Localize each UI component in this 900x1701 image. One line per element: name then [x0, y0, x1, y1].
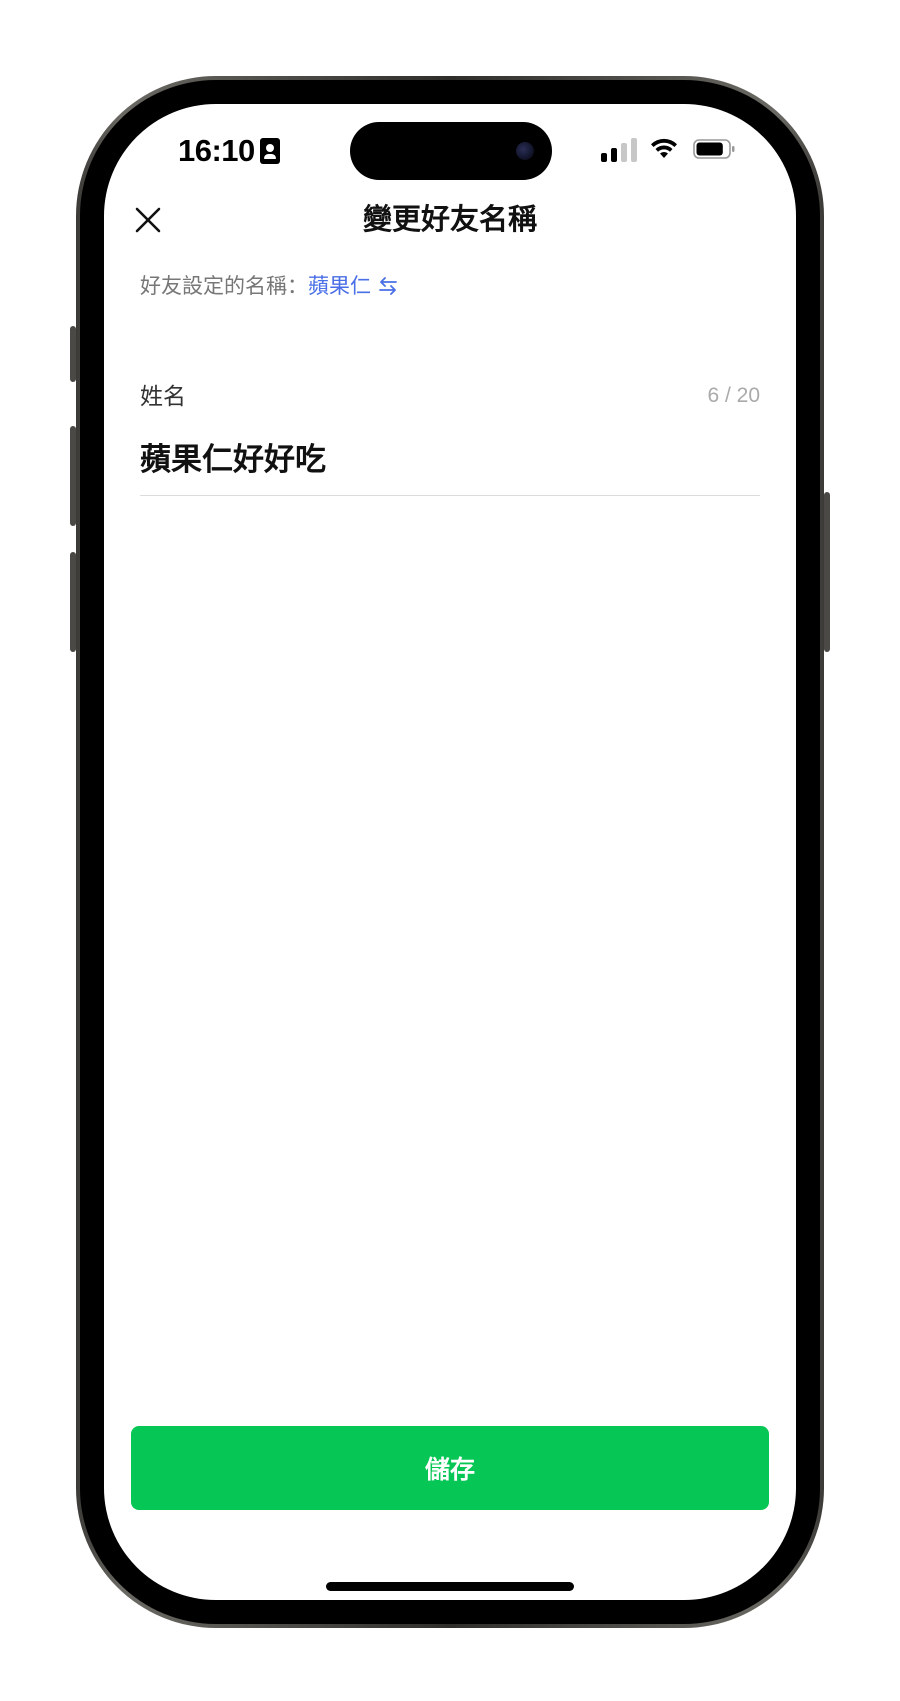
camera-icon: [516, 142, 534, 160]
signal-bar: [631, 138, 637, 162]
home-indicator[interactable]: [326, 1582, 574, 1591]
action-button: [70, 326, 76, 382]
signal-bar: [601, 153, 607, 162]
page-title: 變更好友名稱: [362, 204, 537, 236]
character-counter: 6 / 20: [707, 384, 760, 407]
signal-bar: [621, 143, 627, 162]
dynamic-island: [350, 122, 552, 180]
signal-bar: [611, 148, 617, 162]
power-button: [824, 492, 830, 652]
screen: 16:10 變更好友名稱 好友設定的名稱：蘋果仁 姓名 6 / 20 儲存: [104, 104, 796, 1600]
battery-icon: [693, 139, 735, 159]
signal-icon: [601, 138, 637, 162]
contact-card-icon: [260, 138, 280, 164]
wifi-icon: [651, 138, 677, 158]
name-input[interactable]: [140, 430, 760, 482]
volume-up-button: [70, 426, 76, 526]
input-underline: [140, 495, 760, 496]
friend-set-name-link[interactable]: 蘋果仁: [308, 275, 371, 298]
save-button[interactable]: 儲存: [131, 1426, 769, 1510]
friend-set-name-row: 好友設定的名稱：蘋果仁: [140, 272, 399, 302]
status-time: 16:10: [178, 133, 255, 168]
name-field-label: 姓名: [140, 383, 186, 409]
friend-set-name-label: 好友設定的名稱：: [140, 275, 308, 298]
volume-down-button: [70, 552, 76, 652]
swap-arrows-icon[interactable]: [377, 276, 399, 296]
